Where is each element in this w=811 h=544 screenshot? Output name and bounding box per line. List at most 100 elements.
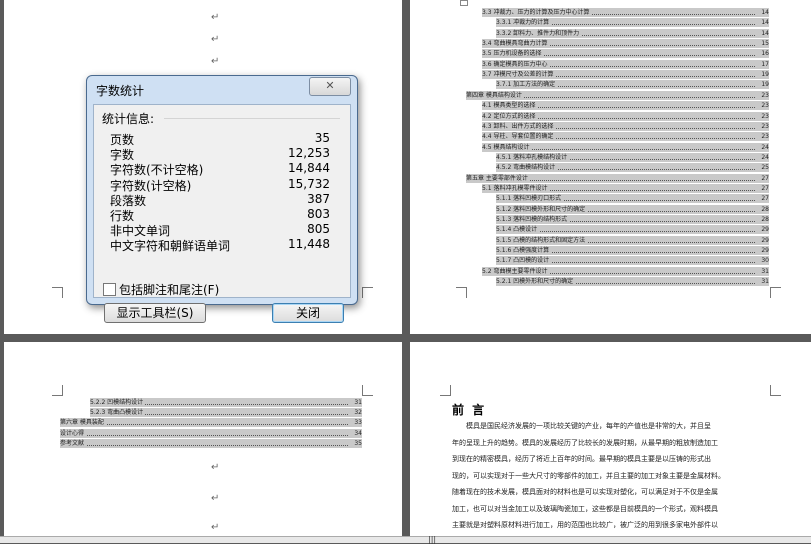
toc-entry[interactable]: 5.1.1 落料凹模刃口形式 27 — [496, 194, 769, 204]
toc-entry-title: 4.4 导柱、导套位置的确定 — [482, 132, 556, 142]
body-line: 加工，也可以对当金加工以及玻璃陶瓷加工，这些都是目前模具的一个形式，观料模具 — [452, 504, 718, 513]
dialog-title: 字数统计 — [96, 84, 145, 98]
toc-entry[interactable]: 5.1.4 凸模设计 29 — [496, 225, 769, 235]
stat-row: 字数 12,253 — [110, 146, 330, 162]
toc-entry-title: 5.1.7 凸凹模的设计 — [496, 256, 552, 266]
toc-entry[interactable]: 4.5.2 弯曲模结构设计 25 — [496, 163, 769, 173]
toc-entry-title: 5.1.2 落料凹模外形和尺寸的确定 — [496, 204, 588, 214]
toc-entry[interactable]: 4.5 模具结构设计 24 — [482, 142, 769, 152]
toc-entry-title: 第四章 模具结构设计 — [466, 90, 524, 100]
toc-entry-page: 27 — [759, 173, 769, 183]
paragraph-mark: ↵ — [211, 12, 220, 23]
toc-entry[interactable]: 3.6 确定模具的压力中心 17 — [482, 59, 769, 69]
stat-value: 387 — [307, 191, 330, 206]
toc-entry[interactable]: 3.3.1 冲裁力的计算 14 — [496, 18, 769, 28]
toc-entry[interactable]: 5.2.3 弯曲凸模设计 32 — [90, 408, 362, 418]
toc-entry[interactable]: 4.4 导柱、导套位置的确定 23 — [482, 132, 769, 142]
toc-entry-title: 参考文献 — [60, 438, 87, 448]
toc-entry[interactable]: 5.2.2 凹模结构设计 31 — [90, 398, 362, 407]
page-corner-mark — [362, 385, 373, 396]
toc-leader — [60, 434, 348, 436]
toc-entry[interactable]: 3.7 冲模尺寸及公差的计算 19 — [482, 70, 769, 80]
stat-label: 中文字符和朝鲜语单词 — [110, 239, 231, 254]
toc-entry[interactable]: 4.5.1 落料冲孔模结构设计 24 — [496, 152, 769, 162]
toc-entry-page: 23 — [759, 101, 769, 111]
toc-entry-title: 4.1 模具类型的选择 — [482, 101, 538, 111]
toc-entry[interactable]: 4.3 卸料、出件方式的选择 23 — [482, 121, 769, 131]
close-icon[interactable]: ✕ — [309, 77, 351, 96]
toc-entry-page: 28 — [759, 204, 769, 214]
stat-value: 14,844 — [288, 161, 330, 176]
toc-entry[interactable]: 5.1.6 凸模强度计算 29 — [496, 246, 769, 256]
body-line: 随着现在的技术发展，模具面对的材料也是可以实现对塑化，可以满足对于不仅是金属 — [452, 488, 718, 496]
toc-entry-title: 设计心得 — [60, 428, 87, 438]
stat-row: 页数 35 — [110, 131, 330, 147]
paragraph-mark: ↵ — [211, 522, 220, 533]
document-page-2[interactable]: 3.3 冲裁力、压力的计算及压力中心计算 14 3.3.1 冲裁力的计算 14 3.3.… — [410, 0, 811, 334]
toc-entry-title: 5.1.5 凸模的结构形式和固定方法 — [496, 235, 588, 245]
toc-entry-page: 19 — [759, 70, 769, 80]
toc-entry-title: 第五章 主要零部件设计 — [466, 173, 530, 183]
toc-entry-title: 3.3.2 卸料力、推件力和顶件力 — [496, 28, 582, 38]
document-page-3[interactable]: 5.2.2 凹模结构设计 31 5.2.3 弯曲凸模设计 32 第六章 模具装配 33 设计… — [4, 342, 402, 537]
body-line: 年的呈现上升的趋势。模具的发展经历了比较长的发展时期，从最早期的粗放制造加工 — [452, 438, 718, 447]
document-page-4[interactable]: 前 言 模具是国民经济发展的一项比较关键的产业，每年的产值也是非常的大，并且呈年… — [410, 342, 811, 537]
toc-entry-title: 3.6 确定模具的压力中心 — [482, 59, 550, 69]
paragraph-mark: ↵ — [211, 462, 220, 473]
paragraph-mark: ↵ — [211, 34, 220, 45]
dialog-titlebar[interactable]: 字数统计 ✕ — [87, 76, 357, 102]
paragraph-mark: ↵ — [211, 493, 220, 504]
toc-entry[interactable]: 设计心得 34 — [60, 428, 362, 438]
page-corner-mark — [456, 287, 467, 298]
include-footnotes-label[interactable]: 包括脚注和尾注(F) — [119, 281, 219, 298]
toc-entry-title: 5.1.3 落料凹模的结构形式 — [496, 215, 570, 224]
toc-entry-title: 第六章 模具装配 — [60, 418, 106, 428]
toc-entry-title: 4.5.2 弯曲模结构设计 — [496, 163, 558, 173]
toc-entry[interactable]: 4.1 模具类型的选择 23 — [482, 101, 769, 111]
toc-entry[interactable]: 3.5 压力机设备的选择 16 — [482, 49, 769, 59]
horizontal-scrollbar[interactable]: ||| — [0, 536, 811, 544]
toc-entry-page: 14 — [759, 28, 769, 38]
stat-value: 12,253 — [288, 146, 330, 161]
close-button[interactable]: 关闭 — [272, 303, 344, 323]
toc-entry[interactable]: 第六章 模具装配 33 — [60, 418, 362, 428]
toc-leader — [60, 444, 348, 446]
scroll-grip-icon[interactable]: ||| — [428, 536, 436, 544]
word-count-dialog: 字数统计 ✕ 统计信息: 页数 35 字数 12,253 字符数(不计空格) 14,844… — [86, 75, 358, 323]
toc-entry-page: 27 — [759, 183, 769, 193]
toc-entry[interactable]: 3.3.2 卸料力、推件力和顶件力 14 — [496, 28, 769, 38]
toc-entry[interactable]: 5.1.5 凸模的结构形式和固定方法 29 — [496, 235, 769, 245]
toc-entry[interactable]: 5.2 弯曲模主要零件设计 31 — [482, 266, 769, 276]
toc-entry[interactable]: 5.1.7 凸凹模的设计 30 — [496, 256, 769, 266]
page-corner-mark — [362, 287, 373, 298]
toc-entry-page: 35 — [352, 438, 362, 448]
stat-row: 非中文单词 805 — [110, 222, 330, 238]
toc-entry[interactable]: 4.2 定位方式的选择 23 — [482, 111, 769, 121]
ruler-marker — [460, 0, 468, 6]
toc-entry[interactable]: 第五章 主要零部件设计 27 — [466, 173, 769, 183]
dialog-body: 统计信息: 页数 35 字数 12,253 字符数(不计空格) 14,844 字符数(计空格… — [93, 104, 351, 323]
page-corner-mark — [770, 287, 781, 298]
toc-entry-title: 5.2.3 弯曲凸模设计 — [90, 408, 146, 418]
toc-entry[interactable]: 5.1.2 落料凹模外形和尺寸的确定 28 — [496, 204, 769, 214]
toc-entry[interactable]: 参考文献 35 — [60, 438, 362, 448]
toc-entry[interactable]: 3.3 冲裁力、压力的计算及压力中心计算 14 — [482, 8, 769, 17]
body-line: 模具是国民经济发展的一项比较关键的产业，每年的产值也是非常的大，并且呈 — [466, 422, 711, 430]
toc-entry-page: 23 — [759, 121, 769, 131]
toc-entry[interactable]: 5.1 落料冲孔模零件设计 27 — [482, 183, 769, 193]
stat-value: 15,732 — [288, 176, 330, 191]
toc-entry[interactable]: 3.7.1 加工方法的确定 19 — [496, 80, 769, 90]
toc-entry-title: 3.3 冲裁力、压力的计算及压力中心计算 — [482, 8, 592, 17]
show-toolbar-button[interactable]: 显示工具栏(S) — [104, 303, 206, 323]
toc-entry-page: 28 — [759, 215, 769, 224]
toc-entry-title: 3.7 冲模尺寸及公差的计算 — [482, 70, 556, 80]
toc-entry[interactable]: 5.2.1 凹模外形和尺寸的确定 31 — [496, 277, 769, 287]
toc-entry[interactable]: 5.1.3 落料凹模的结构形式 28 — [496, 215, 769, 224]
toc-entry-page: 30 — [759, 256, 769, 266]
include-footnotes-checkbox[interactable] — [103, 283, 116, 296]
toc-entry[interactable]: 3.4 弯曲模具弯曲力计算 15 — [482, 39, 769, 49]
toc-entry[interactable]: 第四章 模具结构设计 23 — [466, 90, 769, 100]
body-line: 主要就是对塑料原材料进行加工，用的范围也比较广，被广泛的用到很多家电外部件以 — [452, 521, 718, 529]
toc-entry-title: 4.5.1 落料冲孔模结构设计 — [496, 152, 570, 162]
toc-entry-title: 5.1.6 凸模强度计算 — [496, 246, 552, 256]
